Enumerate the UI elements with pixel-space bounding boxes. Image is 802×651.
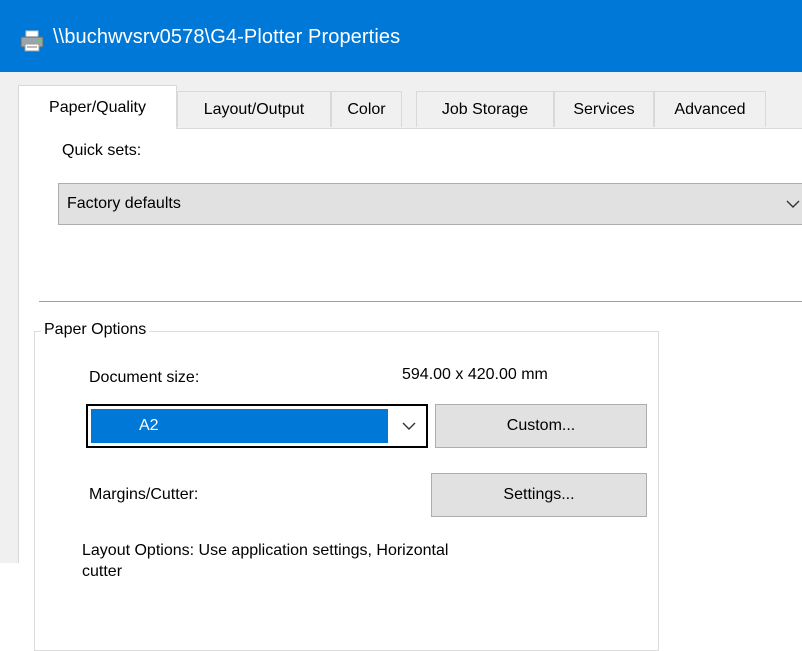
quick-sets-value: Factory defaults	[67, 195, 181, 212]
document-size-value: 594.00 x 420.00 mm	[402, 366, 548, 383]
tab-label: Color	[347, 100, 386, 118]
separator-line	[39, 301, 802, 302]
margins-cutter-label: Margins/Cutter:	[89, 486, 199, 503]
paper-options-legend: Paper Options	[41, 321, 150, 339]
custom-button-label: Custom...	[506, 417, 576, 434]
tab-label: Job Storage	[441, 100, 529, 118]
document-size-dropdown[interactable]: A2	[86, 404, 428, 448]
custom-button[interactable]: Custom...	[435, 404, 647, 448]
tab-panel-paper-quality: Quick sets: Factory defaults Paper Optio…	[18, 128, 802, 651]
tab-label: Paper/Quality	[49, 98, 146, 116]
tab-paper-quality[interactable]: Paper/Quality	[18, 85, 177, 129]
printer-icon	[20, 30, 44, 52]
tab-services[interactable]: Services	[554, 91, 654, 127]
tab-job-storage[interactable]: Job Storage	[416, 91, 554, 127]
properties-dialog: Paper/Quality Layout/Output Color Job St…	[0, 72, 802, 651]
window-title: \\buchwvsrv0578\G4-Plotter Properties	[53, 26, 401, 48]
tab-label: Advanced	[674, 100, 746, 118]
quick-sets-dropdown[interactable]: Factory defaults	[58, 183, 802, 225]
quick-sets-label: Quick sets:	[62, 142, 142, 159]
tab-label: Layout/Output	[203, 100, 305, 118]
tab-label: Services	[573, 100, 635, 118]
tab-strip: Paper/Quality Layout/Output Color Job St…	[18, 85, 802, 129]
chevron-down-icon	[786, 200, 800, 208]
settings-button[interactable]: Settings...	[431, 473, 647, 517]
settings-button-label: Settings...	[503, 486, 575, 503]
tab-advanced[interactable]: Advanced	[654, 91, 766, 127]
title-bar: \\buchwvsrv0578\G4-Plotter Properties	[0, 0, 802, 72]
document-size-selection: A2	[91, 409, 388, 443]
layout-options-text: Layout Options: Use application settings…	[82, 542, 449, 580]
tab-layout-output[interactable]: Layout/Output	[177, 91, 331, 127]
document-size-label: Document size:	[89, 369, 200, 386]
chevron-down-icon	[402, 422, 416, 430]
tab-color[interactable]: Color	[331, 91, 402, 127]
document-size-selected: A2	[139, 417, 159, 434]
